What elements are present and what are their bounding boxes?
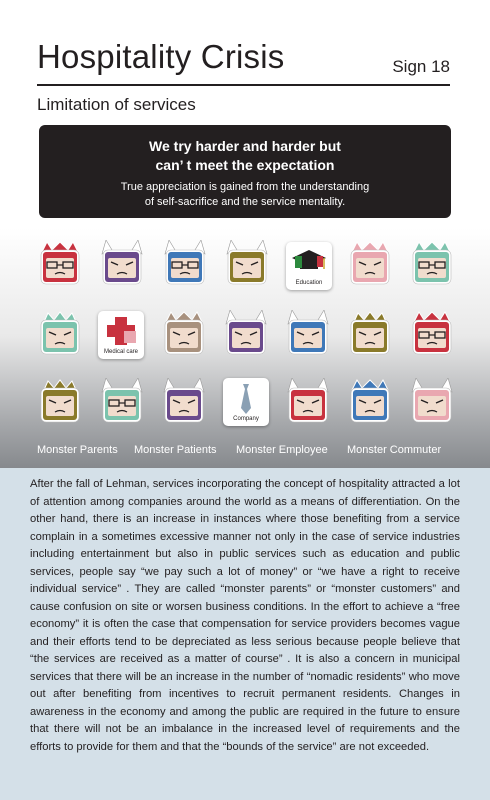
monster-grid [0, 228, 490, 468]
banner-headline-line-2: can’ t meet the expectation [155, 157, 335, 173]
monster-icon [410, 240, 454, 286]
company-icon: Company [223, 378, 269, 426]
title-rule [37, 84, 450, 86]
legend-monster-commuter: Monster Commuter [347, 444, 442, 456]
monster-icon [348, 240, 392, 286]
headline-banner: We try harder and harder but can’ t meet… [39, 125, 451, 218]
legend-monster-parents: Monster Parents [37, 444, 118, 456]
monster-icon [225, 240, 269, 286]
monster-icon [286, 378, 330, 424]
monster-icon [162, 310, 206, 356]
body-paragraph: After the fall of Lehman, services incor… [30, 478, 460, 753]
sign-number: Sign 18 [392, 57, 450, 76]
legend-monster-patients: Monster Patients [134, 444, 217, 456]
monster-icon [38, 378, 82, 424]
monster-icon [163, 240, 207, 286]
monster-icon [410, 378, 454, 424]
page-subtitle: Limitation of services [37, 95, 196, 114]
banner-headline-line-1: We try harder and harder but [149, 138, 341, 154]
monster-icon [100, 240, 144, 286]
banner-subtext-line-2: of self-sacrifice and the service mental… [144, 196, 346, 208]
legend-monster-employee: Monster Employee [236, 444, 328, 456]
monster-icon [286, 310, 330, 356]
monster-icon [100, 378, 144, 424]
monster-icon [224, 310, 268, 356]
banner-headline: We try harder and harder but can’ t meet… [39, 137, 451, 175]
banner-subtext: True appreciation is gained from the und… [39, 180, 451, 210]
medical-care-icon: Medical care [98, 311, 144, 359]
body-section: After the fall of Lehman, services incor… [0, 468, 490, 800]
company-caption: Company [233, 416, 259, 422]
monster-icon [348, 378, 392, 424]
monster-icon [348, 310, 392, 356]
monster-illustration-band: Education Medical care Company Monster P… [0, 228, 490, 468]
education-caption: Education [295, 280, 323, 286]
education-icon: Education [286, 242, 332, 290]
header: Hospitality Crisis Sign 18 Limitation of… [0, 0, 490, 125]
medical-caption: Medical care [103, 349, 138, 355]
monster-icon [162, 378, 206, 424]
monster-icon [38, 240, 82, 286]
monster-icon [410, 310, 454, 356]
page-title: Hospitality Crisis [37, 38, 285, 75]
banner-subtext-line-1: True appreciation is gained from the und… [120, 181, 370, 193]
monster-icon [38, 310, 82, 356]
